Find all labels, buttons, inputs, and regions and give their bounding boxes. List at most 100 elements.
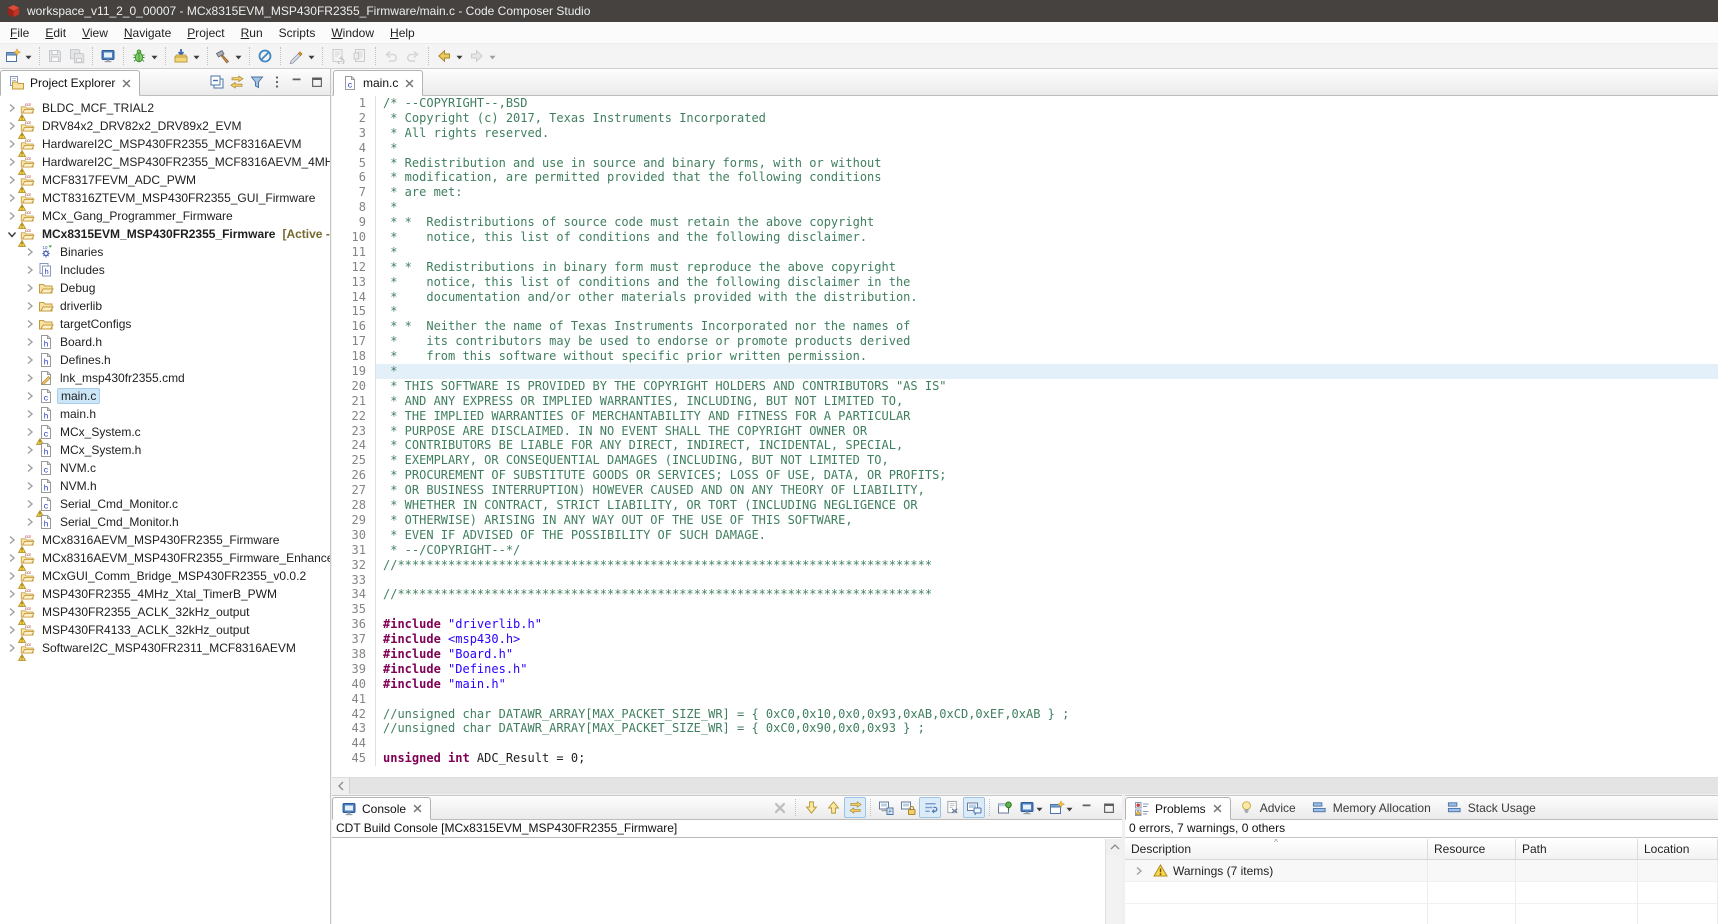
- target-console-button[interactable]: [97, 45, 119, 67]
- code-line[interactable]: 29 * OTHERWISE) ARISING IN ANY WAY OUT O…: [332, 513, 1718, 528]
- minimize-button[interactable]: [1076, 797, 1098, 818]
- menu-file[interactable]: File: [2, 24, 37, 42]
- next-console-button[interactable]: [800, 797, 822, 818]
- scroll-lock-button[interactable]: [897, 797, 919, 818]
- tree-item[interactable]: ccsBLDC_MCF_TRIAL2: [0, 99, 330, 117]
- dropdown-arrow-icon[interactable]: [235, 49, 242, 63]
- chevron-right-icon[interactable]: [22, 478, 38, 494]
- save-button[interactable]: [44, 45, 66, 67]
- close-icon[interactable]: [122, 79, 131, 88]
- code-line[interactable]: 11 *: [332, 245, 1718, 260]
- code-line[interactable]: 6 * modification, are permitted provided…: [332, 170, 1718, 185]
- code-line[interactable]: 18 * from this software without specific…: [332, 349, 1718, 364]
- code-line[interactable]: 23 * PURPOSE ARE DISCLAIMED. IN NO EVENT…: [332, 424, 1718, 439]
- new-console-view-button[interactable]: [1046, 797, 1076, 818]
- chevron-right-icon[interactable]: [22, 316, 38, 332]
- close-icon[interactable]: [1213, 804, 1222, 813]
- back-button[interactable]: [433, 45, 466, 67]
- tree-item[interactable]: cSerial_Cmd_Monitor.c: [0, 495, 330, 513]
- chevron-right-icon[interactable]: [22, 334, 38, 350]
- tree-item[interactable]: ccsMSP430FR2355_ACLK_32kHz_output: [0, 603, 330, 621]
- terminate-button[interactable]: [769, 797, 791, 818]
- code-line[interactable]: 30 * EVEN IF ADVISED OF THE POSSIBILITY …: [332, 528, 1718, 543]
- debug-button[interactable]: [128, 45, 161, 67]
- tree-item[interactable]: cmain.c: [0, 387, 330, 405]
- code-line[interactable]: 1/* --COPYRIGHT--,BSD: [332, 96, 1718, 111]
- code-line[interactable]: 25 * EXEMPLARY, OR CONSEQUENTIAL DAMAGES…: [332, 453, 1718, 468]
- tab-advice[interactable]: Advice: [1231, 796, 1304, 819]
- filter-button[interactable]: [247, 72, 267, 92]
- pin-view-button[interactable]: [994, 797, 1016, 818]
- link-with-editor-button[interactable]: [227, 72, 247, 92]
- code-line[interactable]: 35: [332, 602, 1718, 617]
- tree-item[interactable]: cMCx_System.c: [0, 423, 330, 441]
- code-line[interactable]: 22 * THE IMPLIED WARRANTIES OF MERCHANTA…: [332, 409, 1718, 424]
- menu-navigate[interactable]: Navigate: [116, 24, 179, 42]
- undo-button[interactable]: [380, 45, 402, 67]
- menu-help[interactable]: Help: [382, 24, 423, 42]
- code-line[interactable]: 24 * CONTRIBUTORS BE LIABLE FOR ANY DIRE…: [332, 438, 1718, 453]
- tab-console[interactable]: Console: [332, 797, 431, 820]
- console-output[interactable]: [332, 839, 1122, 924]
- show-stdout-button[interactable]: [875, 797, 897, 818]
- chevron-right-icon[interactable]: [22, 352, 38, 368]
- problems-row-warnings-group[interactable]: Warnings (7 items): [1125, 860, 1718, 882]
- code-line[interactable]: 4 *: [332, 141, 1718, 156]
- doc-refresh-button[interactable]: [327, 45, 349, 67]
- menu-view[interactable]: View: [74, 24, 116, 42]
- tree-item[interactable]: hDefines.h: [0, 351, 330, 369]
- tree-item[interactable]: hBoard.h: [0, 333, 330, 351]
- code-line[interactable]: 20 * THIS SOFTWARE IS PROVIDED BY THE CO…: [332, 379, 1718, 394]
- tree-item[interactable]: ccsSoftwareI2C_MSP430FR2311_MCF8316AEVM: [0, 639, 330, 657]
- chevron-right-icon[interactable]: [1131, 863, 1147, 879]
- pin-console-button[interactable]: [963, 797, 985, 818]
- tree-item[interactable]: lnk_msp430fr2355.cmd: [0, 369, 330, 387]
- code-line[interactable]: 45unsigned int ADC_Result = 0;: [332, 751, 1718, 766]
- column-header-path[interactable]: Path: [1516, 839, 1638, 859]
- tree-item[interactable]: ccsMCT8316ZTEVM_MSP430FR2355_GUI_Firmwar…: [0, 189, 330, 207]
- minimize-button[interactable]: [287, 72, 307, 92]
- tree-item[interactable]: ccsMSP430FR2355_4MHz_Xtal_TimerB_PWM: [0, 585, 330, 603]
- code-line[interactable]: 43//unsigned char DATAWR_ARRAY[MAX_PACKE…: [332, 721, 1718, 736]
- tree-item[interactable]: ccsMCx8316AEVM_MSP430FR2355_Firmware: [0, 531, 330, 549]
- code-editor[interactable]: 1/* --COPYRIGHT--,BSD2 * Copyright (c) 2…: [332, 96, 1718, 777]
- tree-item[interactable]: ccsMCx_Gang_Programmer_Firmware: [0, 207, 330, 225]
- code-line[interactable]: 7 * are met:: [332, 185, 1718, 200]
- menu-run[interactable]: Run: [233, 24, 271, 42]
- tree-item[interactable]: driverlib: [0, 297, 330, 315]
- maximize-button[interactable]: [307, 72, 327, 92]
- edit-pen-button[interactable]: [285, 45, 318, 67]
- new-wizard-button[interactable]: [2, 45, 35, 67]
- code-line[interactable]: 3 * All rights reserved.: [332, 126, 1718, 141]
- tree-item[interactable]: ccsMSP430FR4133_ACLK_32kHz_output: [0, 621, 330, 639]
- code-line[interactable]: 42//unsigned char DATAWR_ARRAY[MAX_PACKE…: [332, 707, 1718, 722]
- dropdown-arrow-icon[interactable]: [25, 49, 32, 63]
- tree-item[interactable]: Debug: [0, 279, 330, 297]
- tab-problems[interactable]: Problems: [1125, 797, 1231, 820]
- chevron-right-icon[interactable]: [22, 280, 38, 296]
- tree-item[interactable]: cNVM.c: [0, 459, 330, 477]
- scroll-left-icon[interactable]: [332, 778, 349, 794]
- doc-view-button[interactable]: [349, 45, 371, 67]
- editor-horizontal-scrollbar[interactable]: [332, 777, 1718, 794]
- maximize-button[interactable]: [1098, 797, 1120, 818]
- prev-console-button[interactable]: [822, 797, 844, 818]
- chevron-right-icon[interactable]: [22, 460, 38, 476]
- dropdown-arrow-icon[interactable]: [456, 49, 463, 63]
- display-console-button[interactable]: [1016, 797, 1046, 818]
- dropdown-arrow-icon[interactable]: [1036, 801, 1043, 815]
- clear-console-button[interactable]: [941, 797, 963, 818]
- code-line[interactable]: 21 * AND ANY EXPRESS OR IMPLIED WARRANTI…: [332, 394, 1718, 409]
- dropdown-arrow-icon[interactable]: [1066, 801, 1073, 815]
- code-line[interactable]: 19 *: [332, 364, 1718, 379]
- code-line[interactable]: 32//************************************…: [332, 558, 1718, 573]
- redo-button[interactable]: [402, 45, 424, 67]
- scroll-up-icon[interactable]: [1106, 839, 1123, 855]
- tree-item[interactable]: ccsMCF8317FEVM_ADC_PWM: [0, 171, 330, 189]
- clean-button[interactable]: [254, 45, 276, 67]
- tab-memory-allocation[interactable]: Memory Allocation: [1304, 796, 1439, 819]
- code-line[interactable]: 5 * Redistribution and use in source and…: [332, 156, 1718, 171]
- dropdown-arrow-icon[interactable]: [151, 49, 158, 63]
- code-line[interactable]: 15 *: [332, 304, 1718, 319]
- forward-button[interactable]: [466, 45, 499, 67]
